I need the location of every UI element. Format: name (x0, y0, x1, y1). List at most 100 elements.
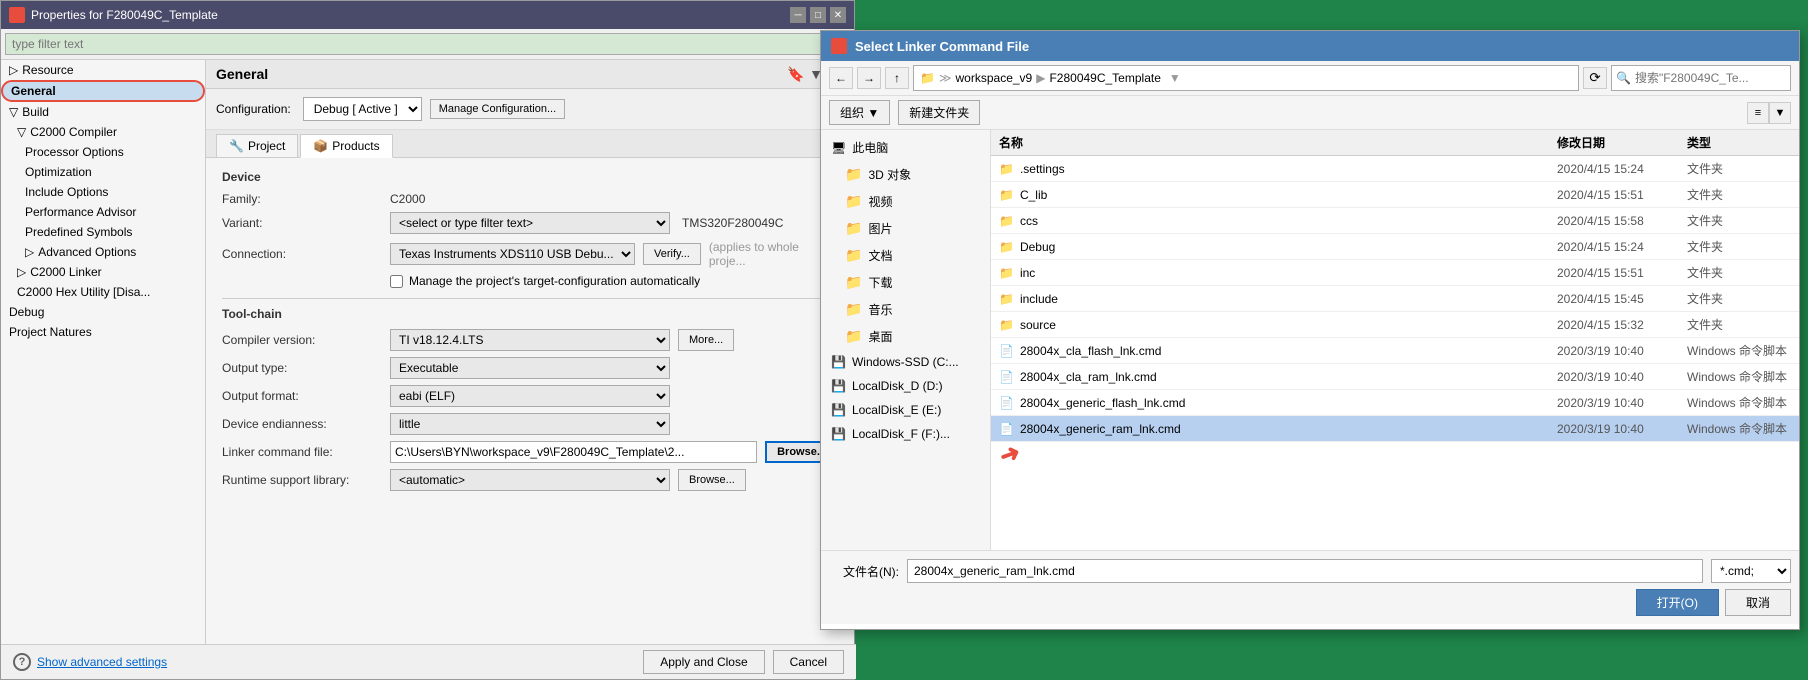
file-date-source: 2020/4/15 15:32 (1549, 314, 1679, 336)
folder-icon-clib: 📁 (999, 188, 1014, 202)
dlg-item-local-f[interactable]: 💾 LocalDisk_F (F:)... (821, 422, 990, 446)
more-button[interactable]: More... (678, 329, 734, 351)
new-folder-button[interactable]: 新建文件夹 (898, 100, 980, 125)
dlg-item-pictures[interactable]: 📁 图片 (821, 215, 990, 242)
minimize-button[interactable]: ─ (790, 7, 806, 23)
tab-project[interactable]: 🔧 Project (216, 134, 298, 157)
dlg-item-downloads[interactable]: 📁 下载 (821, 269, 990, 296)
dlg-item-video[interactable]: 📁 视频 (821, 188, 990, 215)
file-date-cla-flash: 2020/3/19 10:40 (1549, 340, 1679, 362)
verify-button[interactable]: Verify... (643, 243, 701, 265)
file-row-include[interactable]: 📁include 2020/4/15 15:45 文件夹 (991, 286, 1799, 312)
breadcrumb-folder-icon: 📁 (920, 71, 935, 85)
connection-select[interactable]: Texas Instruments XDS110 USB Debu... (390, 243, 635, 265)
forward-button[interactable]: → (857, 67, 881, 89)
up-button[interactable]: ↑ (885, 67, 909, 89)
file-list-header: 名称 修改日期 类型 (991, 130, 1799, 156)
compiler-version-select[interactable]: TI v18.12.4.LTS (390, 329, 670, 351)
sidebar-label-build: Build (22, 105, 49, 119)
apply-close-button[interactable]: Apply and Close (643, 650, 764, 674)
file-row-generic-ram[interactable]: 📄28004x_generic_ram_lnk.cmd 2020/3/19 10… (991, 416, 1799, 442)
dlg-item-music[interactable]: 📁 音乐 (821, 296, 990, 323)
file-row-source[interactable]: 📁source 2020/4/15 15:32 文件夹 (991, 312, 1799, 338)
organize-button[interactable]: 组织 ▼ (829, 100, 890, 125)
file-row-ccs[interactable]: 📁ccs 2020/4/15 15:58 文件夹 (991, 208, 1799, 234)
sidebar-item-c2000-linker[interactable]: ▷ C2000 Linker (1, 262, 205, 282)
refresh-button[interactable]: ⟳ (1583, 67, 1607, 89)
sidebar-item-c2000-compiler[interactable]: ▽ C2000 Compiler (1, 122, 205, 142)
dlg-item-desktop[interactable]: 📁 桌面 (821, 323, 990, 350)
disk-icon-e: 💾 (831, 403, 846, 417)
sidebar-item-resource[interactable]: ▷ Resource (1, 60, 205, 80)
dlg-label-video: 视频 (868, 193, 892, 210)
main-layout: ▷ Resource General ▽ Build ▽ C2000 Compi… (1, 60, 854, 645)
file-row-cla-ram[interactable]: 📄28004x_cla_ram_lnk.cmd 2020/3/19 10:40 … (991, 364, 1799, 390)
file-row-generic-flash[interactable]: 📄28004x_generic_flash_lnk.cmd 2020/3/19 … (991, 390, 1799, 416)
search-input[interactable] (1635, 71, 1775, 85)
dlg-item-this-pc[interactable]: 🖥 此电脑 (821, 134, 990, 161)
manage-configuration-button[interactable]: Manage Configuration... (430, 99, 565, 119)
bookmark-icon[interactable]: 🔖 (788, 66, 804, 82)
sidebar-item-general[interactable]: General (1, 80, 205, 102)
sidebar-item-build[interactable]: ▽ Build (1, 102, 205, 122)
file-date-generic-flash: 2020/3/19 10:40 (1549, 392, 1679, 414)
sidebar-item-optimization[interactable]: Optimization (1, 162, 205, 182)
col-header-name[interactable]: 名称 (991, 130, 1549, 155)
configuration-select[interactable]: Debug [ Active ] (303, 97, 422, 121)
runtime-lib-label: Runtime support library: (222, 473, 382, 487)
output-type-select[interactable]: Executable (390, 357, 670, 379)
dlg-item-documents[interactable]: 📁 文档 (821, 242, 990, 269)
dialog-titlebar: Select Linker Command File (821, 31, 1799, 61)
auto-config-checkbox[interactable] (390, 275, 403, 288)
sidebar-item-c2000-hex[interactable]: C2000 Hex Utility [Disa... (1, 282, 205, 302)
linker-cmd-row: Linker command file: Browse... (222, 441, 838, 463)
open-button[interactable]: 打开(O) (1636, 589, 1719, 616)
output-type-label: Output type: (222, 361, 382, 375)
cancel-button[interactable]: Cancel (773, 650, 844, 674)
back-button[interactable]: ← (829, 67, 853, 89)
file-row-debug-folder[interactable]: 📁Debug 2020/4/15 15:24 文件夹 (991, 234, 1799, 260)
col-header-type[interactable]: 类型 (1679, 130, 1799, 155)
filter-input[interactable] (5, 33, 850, 55)
linker-cmd-input[interactable] (390, 441, 757, 463)
endianness-select[interactable]: little (390, 413, 670, 435)
file-row-clib[interactable]: 📁C_lib 2020/4/15 15:51 文件夹 (991, 182, 1799, 208)
sidebar-item-project-natures[interactable]: Project Natures (1, 322, 205, 342)
dlg-item-local-d[interactable]: 💾 LocalDisk_D (D:) (821, 374, 990, 398)
dialog-cancel-button[interactable]: 取消 (1725, 589, 1791, 616)
variant-select[interactable]: <select or type filter text> (390, 212, 670, 234)
close-button[interactable]: ✕ (830, 7, 846, 23)
view-details-button[interactable]: ≡ (1747, 102, 1769, 124)
connection-row: Connection: Texas Instruments XDS110 USB… (222, 240, 838, 268)
file-row-inc[interactable]: 📁inc 2020/4/15 15:51 文件夹 (991, 260, 1799, 286)
sidebar-item-performance-advisor[interactable]: Performance Advisor (1, 202, 205, 222)
browse-button-2[interactable]: Browse... (678, 469, 746, 491)
output-format-select[interactable]: eabi (ELF) (390, 385, 670, 407)
breadcrumb-template[interactable]: F280049C_Template (1049, 71, 1160, 85)
ide-window: Properties for F280049C_Template ─ □ ✕ ▷… (0, 0, 855, 680)
sidebar-item-debug[interactable]: Debug (1, 302, 205, 322)
sidebar-item-advanced-options[interactable]: ▷ Advanced Options (1, 242, 205, 262)
show-advanced-link[interactable]: Show advanced settings (37, 655, 167, 669)
filetype-select[interactable]: *.cmd; (1711, 559, 1791, 583)
dlg-label-local-f: LocalDisk_F (F:)... (852, 427, 950, 441)
file-row-settings[interactable]: 📁.settings 2020/4/15 15:24 文件夹 (991, 156, 1799, 182)
info-icon: ? (13, 653, 31, 671)
sidebar-item-processor-options[interactable]: Processor Options (1, 142, 205, 162)
runtime-lib-select[interactable]: <automatic> (390, 469, 670, 491)
dlg-item-windows-ssd[interactable]: 💾 Windows-SSD (C:... (821, 350, 990, 374)
filename-input[interactable] (907, 559, 1703, 583)
sidebar-item-include-options[interactable]: Include Options (1, 182, 205, 202)
dlg-item-3d-objects[interactable]: 📁 3D 对象 (821, 161, 990, 188)
sidebar-item-predefined-symbols[interactable]: Predefined Symbols (1, 222, 205, 242)
disk-icon-windows: 💾 (831, 355, 846, 369)
file-row-cla-flash[interactable]: 📄28004x_cla_flash_lnk.cmd 2020/3/19 10:4… (991, 338, 1799, 364)
dlg-item-local-e[interactable]: 💾 LocalDisk_E (E:) (821, 398, 990, 422)
tab-products[interactable]: 📦 Products (300, 134, 392, 158)
maximize-button[interactable]: □ (810, 7, 826, 23)
dlg-label-downloads: 下载 (868, 274, 892, 291)
breadcrumb-workspace[interactable]: workspace_v9 (956, 71, 1033, 85)
view-dropdown-button[interactable]: ▼ (1769, 102, 1791, 124)
file-type-generic-flash: Windows 命令脚本 (1679, 390, 1799, 415)
col-header-date[interactable]: 修改日期 (1549, 130, 1679, 155)
